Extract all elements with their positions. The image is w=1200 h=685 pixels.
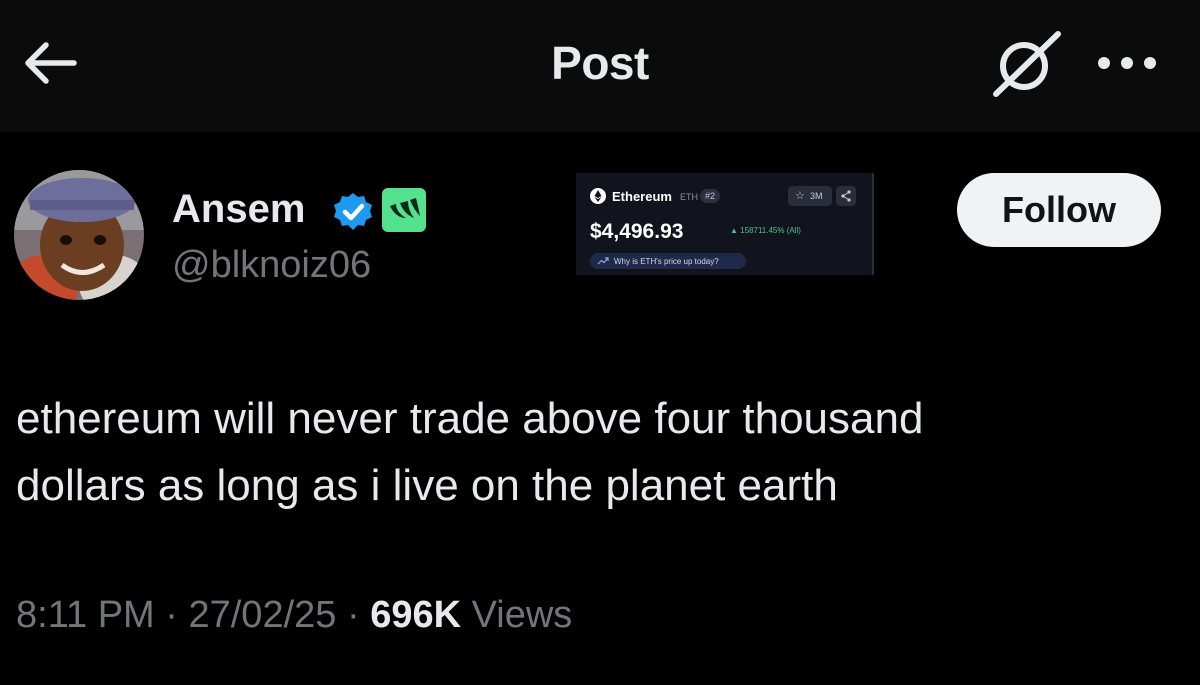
- share-button[interactable]: [836, 186, 856, 206]
- coin-ticker: ETH: [680, 192, 698, 202]
- avatar[interactable]: [14, 170, 144, 300]
- ethereum-price-card: Ethereum ETH #2 ☆ 3M $4,496.93 ▲ 158711.…: [576, 173, 874, 275]
- tweet-text: ethereum will never trade above four tho…: [16, 385, 1166, 519]
- coin-name: Ethereum: [612, 189, 672, 204]
- grok-button[interactable]: [988, 28, 1064, 100]
- meta-separator: ·: [154, 594, 189, 636]
- avatar-image: [14, 170, 144, 300]
- price-change-value: 158711.45% (All): [740, 226, 801, 235]
- tweet-text-line: ethereum will never trade above four tho…: [16, 394, 924, 443]
- affiliate-badge-icon[interactable]: [382, 188, 426, 232]
- more-dots-icon: [1098, 57, 1156, 69]
- display-name[interactable]: Ansem: [172, 187, 305, 232]
- price-change: ▲ 158711.45% (All): [730, 226, 801, 235]
- verified-badge-icon: [334, 193, 372, 230]
- meta-separator: ·: [336, 594, 371, 636]
- why-price-up-text: Why is ETH's price up today?: [614, 257, 719, 266]
- trending-up-icon: [597, 257, 609, 265]
- tweet-date[interactable]: 27/02/25: [188, 594, 336, 636]
- star-icon: ☆: [795, 190, 805, 202]
- ethereum-logo-icon: [590, 188, 606, 204]
- more-button[interactable]: [1094, 50, 1160, 76]
- coin-rank-badge: #2: [700, 189, 721, 203]
- watchlist-count: 3M: [810, 191, 823, 201]
- watchlist-button[interactable]: ☆ 3M: [788, 186, 832, 206]
- user-handle[interactable]: @blknoiz06: [172, 244, 371, 287]
- tweet-text-line: dollars as long as i live on the planet …: [16, 461, 838, 510]
- tweet-time[interactable]: 8:11 PM: [16, 594, 155, 636]
- share-icon: [841, 190, 851, 202]
- why-price-up-link[interactable]: Why is ETH's price up today?: [590, 253, 746, 269]
- follow-button[interactable]: Follow: [957, 173, 1161, 247]
- views-label: Views: [461, 594, 573, 636]
- top-bar: Post: [0, 0, 1200, 132]
- post-page: Post Ansem @blknoiz06 Ethereum ETH #2 ☆ …: [0, 0, 1200, 685]
- views-count[interactable]: 696K: [370, 594, 461, 636]
- coin-price: $4,496.93: [590, 220, 684, 243]
- tweet-meta: 8:11 PM · 27/02/25 · 696K Views: [16, 594, 572, 637]
- grok-icon: [993, 31, 1061, 97]
